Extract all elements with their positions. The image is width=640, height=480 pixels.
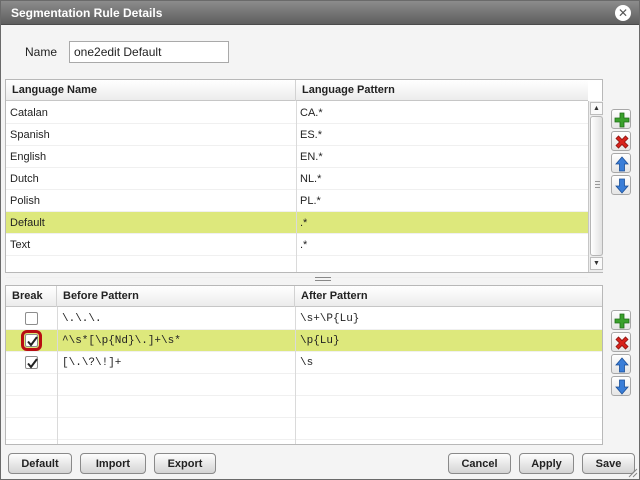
column-header-language-pattern[interactable]: Language Pattern — [296, 80, 588, 101]
add-icon — [614, 313, 630, 329]
column-header-language-name[interactable]: Language Name — [6, 80, 296, 101]
add-icon — [614, 112, 630, 128]
language-pattern-cell: .* — [300, 239, 308, 251]
language-grid-scrollbar[interactable]: ▲ ▼ — [588, 101, 603, 272]
resize-grip-icon[interactable] — [628, 468, 638, 478]
move-rule-up-button[interactable] — [611, 354, 631, 374]
scroll-up-icon[interactable]: ▲ — [590, 102, 603, 115]
delete-rule-button[interactable] — [611, 332, 631, 352]
break-checkbox[interactable] — [25, 312, 38, 325]
scroll-down-icon[interactable]: ▼ — [590, 257, 603, 270]
before-pattern-cell: ^\s*[\p{Nd}\.]+\s* — [62, 335, 181, 347]
move-up-icon — [615, 357, 629, 373]
default-button[interactable]: Default — [8, 453, 72, 474]
export-button[interactable]: Export — [154, 453, 216, 474]
rules-grid-header: Break Before Pattern After Pattern — [6, 286, 602, 307]
language-row[interactable]: Spanish ES.* — [6, 124, 588, 146]
language-row[interactable]: Default .* — [6, 212, 588, 234]
language-pattern-cell: ES.* — [300, 129, 323, 141]
language-grid-header: Language Name Language Pattern — [6, 80, 588, 101]
language-name-cell: Dutch — [10, 173, 39, 185]
language-row[interactable]: English EN.* — [6, 146, 588, 168]
language-pattern-cell: EN.* — [300, 151, 323, 163]
move-language-down-button[interactable] — [611, 175, 631, 195]
title-bar[interactable]: Segmentation Rule Details ✕ — [1, 1, 639, 25]
language-name-cell: Spanish — [10, 129, 50, 141]
panel-splitter[interactable] — [5, 274, 603, 284]
before-pattern-cell: \.\.\. — [62, 313, 102, 325]
move-language-up-button[interactable] — [611, 153, 631, 173]
dialog-title: Segmentation Rule Details — [11, 6, 163, 20]
after-pattern-cell: \p{Lu} — [300, 335, 340, 347]
language-name-cell: Default — [10, 217, 45, 229]
column-header-before-pattern[interactable]: Before Pattern — [57, 286, 295, 307]
import-button[interactable]: Import — [80, 453, 146, 474]
rule-row[interactable]: \.\.\. \s+\P{Lu} — [6, 308, 602, 330]
cancel-button[interactable]: Cancel — [448, 453, 511, 474]
move-down-icon — [615, 178, 629, 194]
column-divider — [296, 101, 297, 272]
highlight-ring — [21, 330, 42, 351]
language-row[interactable]: Catalan CA.* — [6, 102, 588, 124]
language-row[interactable]: Dutch NL.* — [6, 168, 588, 190]
scroll-thumb[interactable] — [590, 116, 603, 256]
language-pattern-cell: CA.* — [300, 107, 323, 119]
language-pattern-cell: .* — [300, 217, 308, 229]
delete-language-button[interactable] — [611, 131, 631, 151]
column-header-after-pattern[interactable]: After Pattern — [295, 286, 602, 307]
before-pattern-cell: [\.\?\!]+ — [62, 357, 122, 369]
column-header-break[interactable]: Break — [6, 286, 57, 307]
language-name-cell: English — [10, 151, 47, 163]
delete-icon — [615, 135, 629, 149]
language-grid: Language Name Language Pattern Catalan CA… — [5, 79, 603, 278]
language-name-cell: Polish — [10, 195, 40, 207]
close-icon[interactable]: ✕ — [615, 5, 631, 21]
break-checkbox[interactable] — [25, 356, 38, 369]
empty-row — [6, 418, 602, 440]
apply-button[interactable]: Apply — [519, 453, 574, 474]
language-pattern-cell: NL.* — [300, 173, 322, 185]
language-pattern-cell: PL.* — [300, 195, 321, 207]
after-pattern-cell: \s+\P{Lu} — [300, 313, 360, 325]
name-input[interactable] — [69, 41, 229, 63]
column-divider — [57, 307, 58, 444]
move-up-icon — [615, 156, 629, 172]
name-label: Name — [25, 45, 58, 59]
rules-grid: Break Before Pattern After Pattern \.\.\… — [5, 285, 603, 445]
rule-row[interactable]: [\.\?\!]+ \s — [6, 352, 602, 374]
rule-row[interactable]: ^\s*[\p{Nd}\.]+\s* \p{Lu} — [6, 330, 602, 352]
move-down-icon — [615, 379, 629, 395]
delete-icon — [615, 336, 629, 350]
empty-row — [6, 374, 602, 396]
move-rule-down-button[interactable] — [611, 376, 631, 396]
language-name-cell: Catalan — [10, 107, 48, 119]
add-language-button[interactable] — [611, 109, 631, 129]
segmentation-rule-dialog: Segmentation Rule Details ✕ Name Languag… — [0, 0, 640, 480]
empty-row — [6, 396, 602, 418]
language-name-cell: Text — [10, 239, 31, 251]
column-divider — [295, 307, 296, 444]
language-row[interactable]: Polish PL.* — [6, 190, 588, 212]
language-row[interactable]: Text .* — [6, 234, 588, 256]
after-pattern-cell: \s — [300, 357, 314, 369]
add-rule-button[interactable] — [611, 310, 631, 330]
